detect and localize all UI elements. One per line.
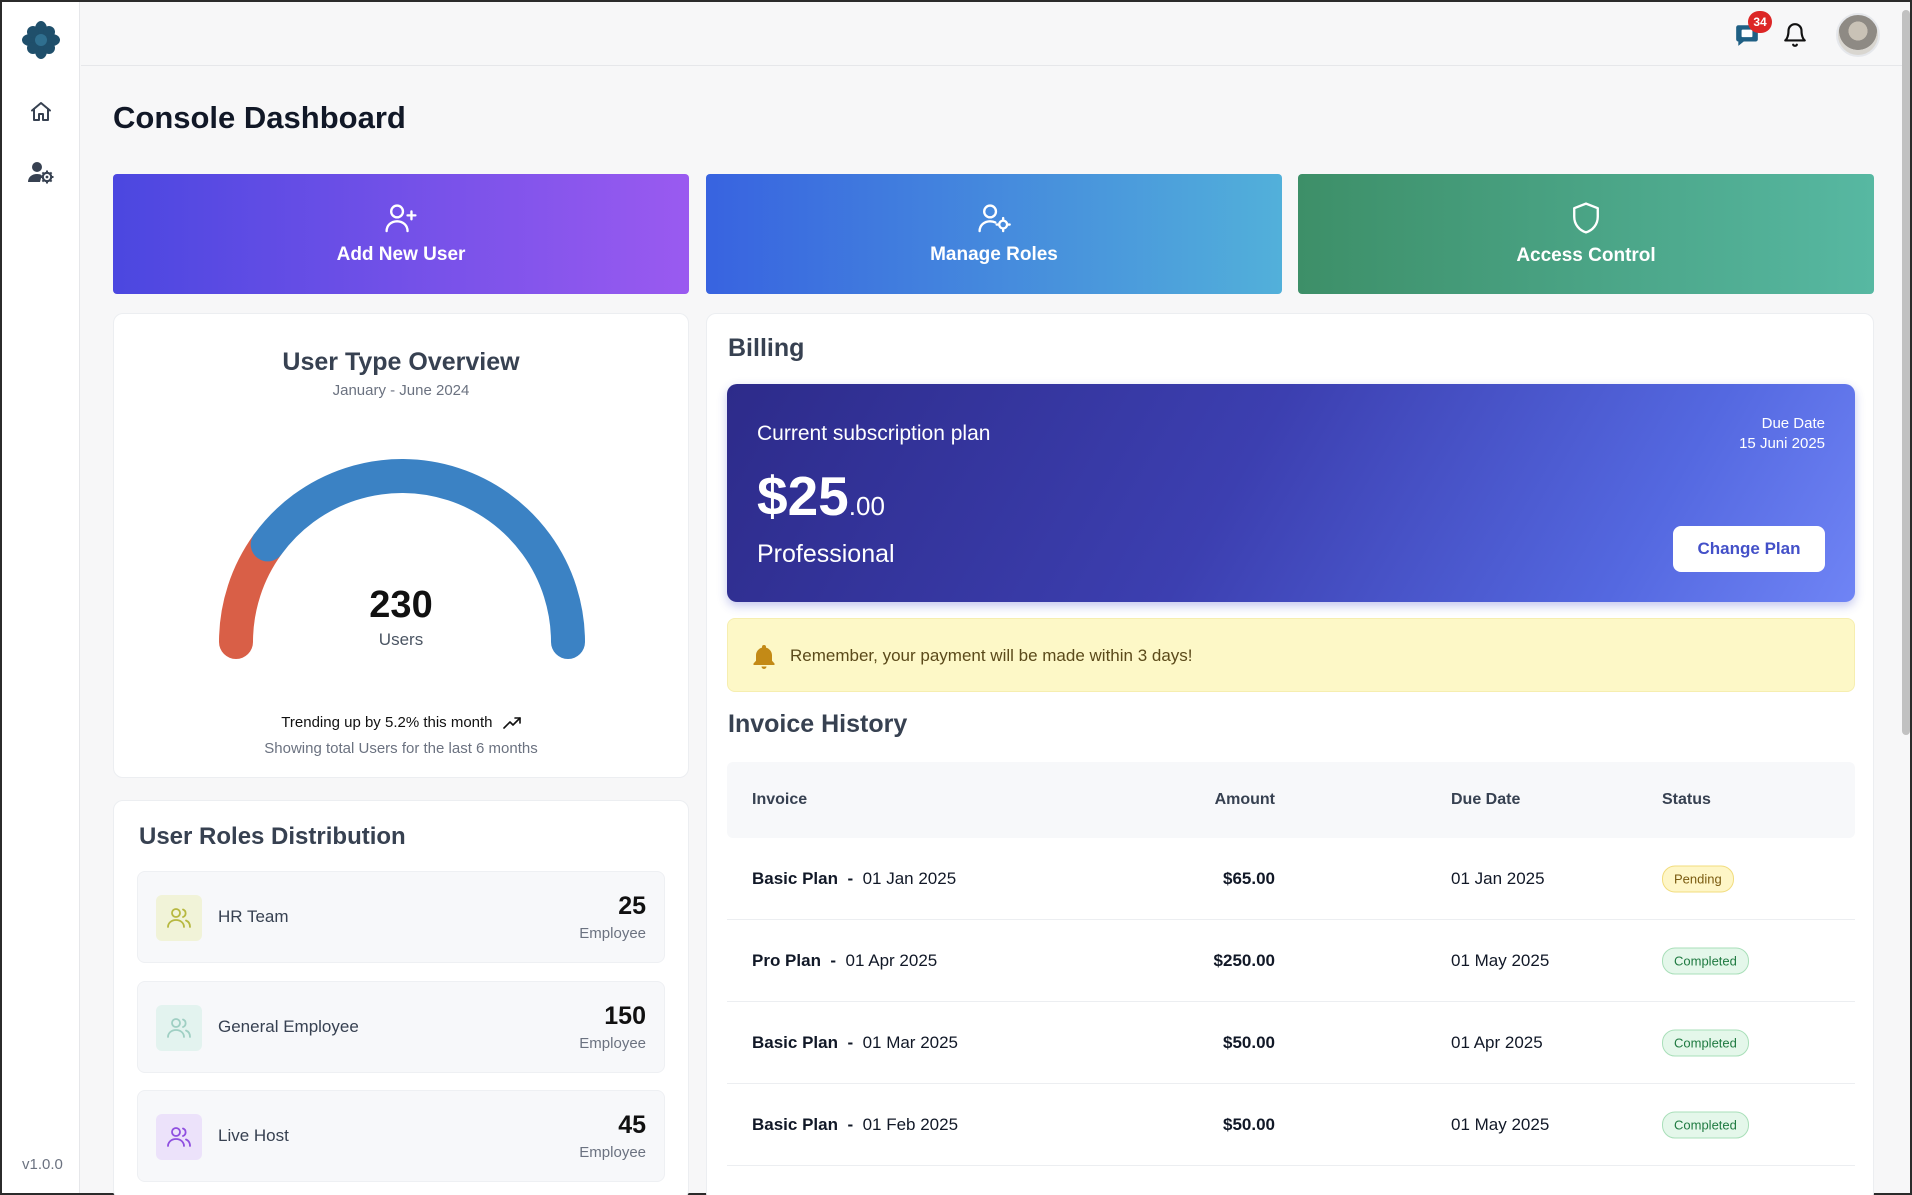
role-name: Live Host [218,1126,289,1145]
due-date-value: 15 Juni 2025 [1739,435,1825,452]
table-header: Invoice Amount Due Date Status [727,762,1855,838]
total-users-label: Users [378,630,424,649]
table-row[interactable]: Basic Plan - 01 Feb 2025 $50.00 01 May 2… [727,1084,1855,1166]
messages-button[interactable]: 34 [1732,11,1772,50]
user-settings-icon [28,162,54,184]
notification-badge: 34 [1748,11,1772,33]
invoice-table: Invoice Amount Due Date Status Basic Pla… [727,762,1855,1166]
top-bar: 34 [81,2,1910,66]
role-unit: Employee [579,1144,646,1161]
app-version: v1.0.0 [22,1156,63,1173]
trend-text: Trending up by 5.2% this month [114,714,688,731]
avatar[interactable] [1836,13,1880,57]
invoice-history-title: Invoice History [728,710,908,738]
due-date-cell: 01 May 2025 [1451,1114,1550,1134]
trend-subtext: Showing total Users for the last 6 month… [264,740,538,757]
status-badge: Completed [1662,1029,1749,1056]
sidebar-item-home[interactable] [28,99,54,125]
total-users-value: 230 [369,584,433,626]
access-control-button[interactable]: Access Control [1298,174,1874,294]
trending-up-icon [502,717,521,729]
role-name: HR Team [218,907,289,926]
overview-subtitle: January - June 2024 [332,382,470,399]
table-row[interactable]: Basic Plan - 01 Jan 2025 $65.00 01 Jan 2… [727,838,1855,920]
page-title: Console Dashboard [113,100,406,135]
add-new-user-button[interactable]: Add New User [113,174,689,294]
role-item[interactable]: General Employee 150 Employee [137,981,665,1073]
payment-reminder: Remember, your payment will be made with… [727,618,1855,692]
sidebar-item-user-settings[interactable] [28,159,54,185]
change-plan-button[interactable]: Change Plan [1673,526,1825,572]
amount-cell: $50.00 [1223,1032,1275,1052]
due-date-label: Due Date [1761,415,1825,432]
role-unit: Employee [579,925,646,942]
plan-price: $25.00 [757,465,885,527]
home-icon [31,102,51,121]
due-date-cell: 01 Apr 2025 [1451,1032,1543,1052]
column-header[interactable]: Due Date [1451,791,1520,809]
overview-title: User Type Overview [282,348,520,376]
users-icon [156,1114,202,1160]
add-user-icon [385,204,417,233]
shield-icon [1573,202,1599,234]
due-date-cell: 01 May 2025 [1451,950,1550,970]
due-date-cell: 01 Jan 2025 [1451,868,1545,888]
status-badge: Completed [1662,947,1749,974]
table-row[interactable]: Pro Plan - 01 Apr 2025 $250.00 01 May 20… [727,920,1855,1002]
manage-roles-button[interactable]: Manage Roles [706,174,1282,294]
plan-name: Professional [757,540,895,568]
amount-cell: $65.00 [1223,868,1275,888]
billing-card: Billing Current subscription plan $25.00… [706,313,1874,1195]
role-unit: Employee [579,1035,646,1052]
role-item[interactable]: Live Host 45 Employee [137,1090,665,1182]
users-icon [156,895,202,941]
bell-icon [1784,23,1806,47]
status-badge: Pending [1662,865,1734,892]
role-count: 25 [618,892,646,920]
bell-icon [753,645,775,669]
page-scrollbar[interactable] [1902,10,1910,735]
user-gear-icon [978,204,1011,233]
notifications-button[interactable] [1780,20,1810,50]
roles-title: User Roles Distribution [139,823,406,850]
role-name: General Employee [218,1017,359,1036]
column-header[interactable]: Amount [1215,791,1275,809]
amount-cell: $250.00 [1213,950,1275,970]
amount-cell: $50.00 [1223,1114,1275,1134]
role-item[interactable]: HR Team 25 Employee [137,871,665,963]
plan-label: Current subscription plan [757,422,991,445]
role-count: 150 [604,1002,646,1030]
column-header[interactable]: Status [1662,791,1711,809]
users-icon [156,1005,202,1051]
user-roles-card: User Roles Distribution HR Team 25 Emplo… [113,800,689,1195]
sidebar: v1.0.0 [2,2,80,1193]
user-type-overview-card: User Type Overview January - June 2024 2… [113,313,689,778]
status-badge: Completed [1662,1111,1749,1138]
table-row[interactable]: Basic Plan - 01 Mar 2025 $50.00 01 Apr 2… [727,1002,1855,1084]
invoice-cell: Basic Plan - 01 Feb 2025 [752,1114,959,1134]
invoice-cell: Pro Plan - 01 Apr 2025 [752,950,938,970]
role-count: 45 [618,1111,646,1139]
billing-title: Billing [728,334,805,362]
column-header[interactable]: Invoice [752,791,807,809]
reminder-text: Remember, your payment will be made with… [790,646,1193,665]
subscription-plan-card: Current subscription plan $25.00 Profess… [727,384,1855,602]
invoice-cell: Basic Plan - 01 Mar 2025 [752,1032,959,1052]
invoice-cell: Basic Plan - 01 Jan 2025 [752,868,957,888]
app-logo[interactable] [22,21,60,59]
